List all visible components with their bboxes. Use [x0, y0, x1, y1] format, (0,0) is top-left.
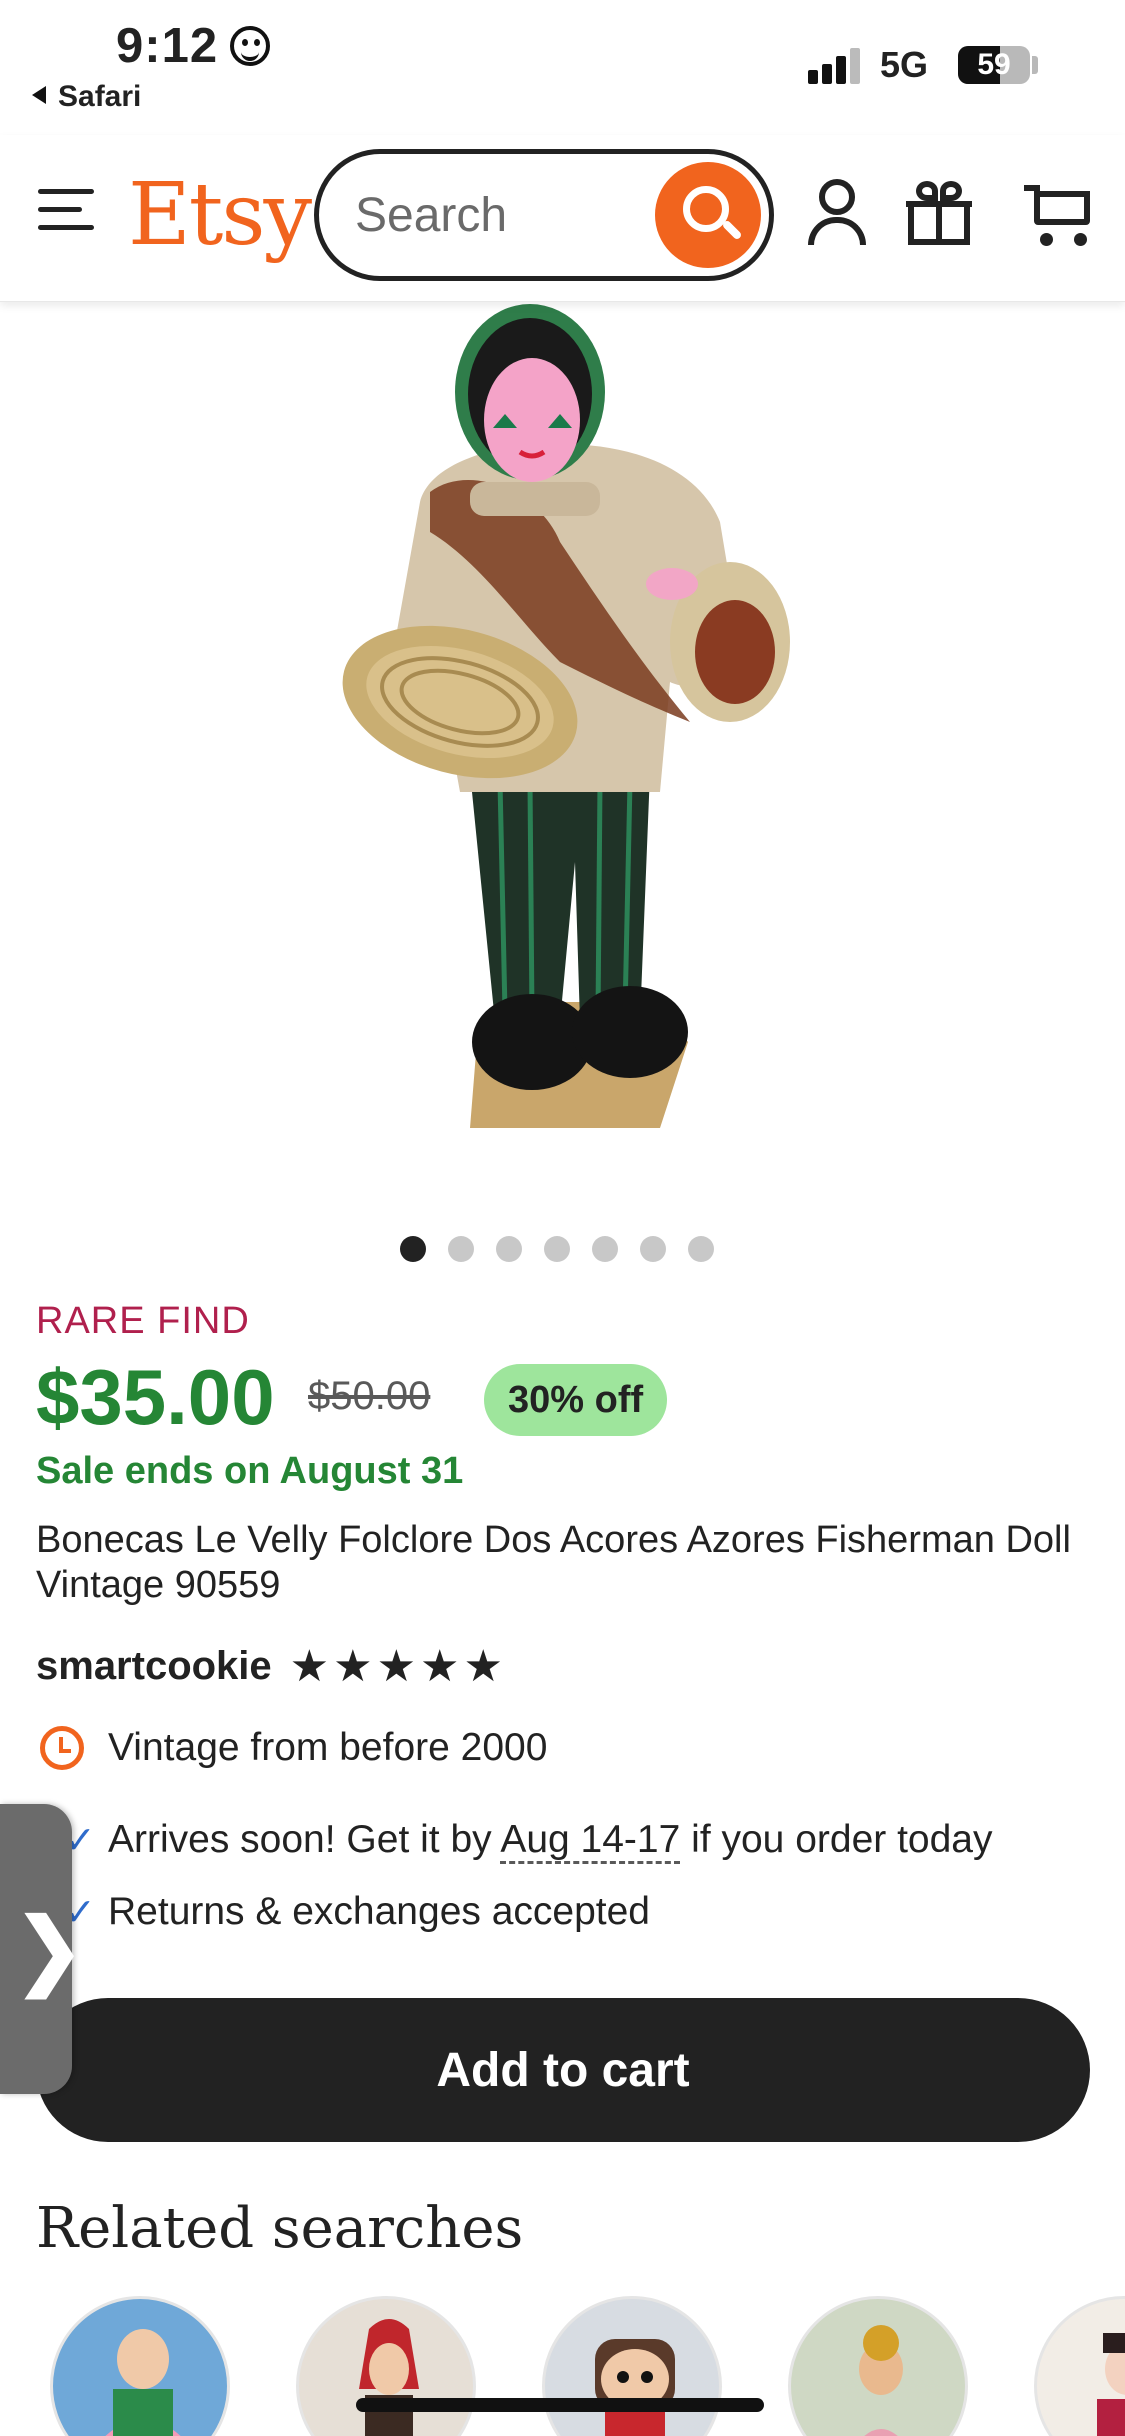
status-bar: 9:12 Safari 5G 59 — [0, 0, 1125, 135]
doll-illustration — [342, 304, 790, 1128]
etsy-logo[interactable]: Etsy — [128, 165, 312, 265]
add-to-cart-button[interactable]: Add to cart — [36, 1998, 1090, 2142]
battery-level: 59 — [977, 48, 1011, 81]
network-type: 5G — [880, 44, 929, 85]
search-bar — [314, 149, 774, 281]
related-searches-row — [50, 2296, 1125, 2436]
signal-icon — [808, 48, 868, 84]
discount-badge: 30% off — [484, 1364, 668, 1436]
side-drawer-tab[interactable]: ❯ — [0, 1804, 84, 2094]
delivery-date-link[interactable]: Aug 14-17 — [500, 1818, 681, 1864]
delivery-info: Arrives soon! Get it by Aug 14-17 if you… — [108, 1818, 993, 1864]
gift-icon[interactable] — [906, 179, 972, 245]
menu-icon[interactable] — [38, 187, 94, 231]
carousel-dot[interactable] — [496, 1236, 522, 1262]
original-price: $50.00 — [308, 1374, 431, 1418]
sale-price: $35.00 — [36, 1353, 275, 1441]
cart-icon[interactable] — [1024, 181, 1094, 247]
delivery-prefix: Arrives soon! Get it by — [108, 1818, 501, 1861]
smiley-icon — [230, 26, 270, 66]
related-search-item[interactable] — [542, 2296, 722, 2436]
rare-find-badge: RARE FIND — [36, 1300, 250, 1342]
user-icon[interactable] — [808, 179, 866, 245]
related-search-item[interactable] — [1034, 2296, 1125, 2436]
vintage-text: Vintage from before 2000 — [108, 1726, 548, 1769]
carousel-dot[interactable] — [688, 1236, 714, 1262]
carousel-dot[interactable] — [544, 1236, 570, 1262]
home-indicator[interactable] — [356, 2398, 764, 2412]
sale-ends-text: Sale ends on August 31 — [36, 1450, 464, 1492]
returns-text: Returns & exchanges accepted — [108, 1890, 651, 1933]
related-search-item[interactable] — [50, 2296, 230, 2436]
related-searches-heading: Related searches — [36, 2196, 524, 2261]
back-to-safari[interactable]: Safari — [32, 80, 141, 114]
carousel-dot[interactable] — [400, 1236, 426, 1262]
product-image[interactable] — [0, 302, 1125, 1222]
image-carousel-dots — [400, 1236, 714, 1262]
star-rating[interactable]: ★★★★★ — [290, 1641, 507, 1692]
related-search-item[interactable] — [296, 2296, 476, 2436]
battery-tip — [1032, 56, 1038, 74]
chevron-right-icon: ❯ — [14, 1902, 85, 1996]
status-time: 9:12 — [116, 19, 219, 73]
related-search-item[interactable] — [788, 2296, 968, 2436]
carousel-dot[interactable] — [592, 1236, 618, 1262]
carousel-dot[interactable] — [640, 1236, 666, 1262]
shop-row: smartcookie ★★★★★ — [36, 1636, 507, 1696]
listing-title: Bonecas Le Velly Folclore Dos Acores Azo… — [36, 1519, 1071, 1606]
search-button[interactable] — [655, 162, 761, 268]
carousel-dot[interactable] — [448, 1236, 474, 1262]
back-app-label: Safari — [58, 80, 142, 113]
search-input[interactable] — [355, 184, 645, 246]
delivery-suffix: if you order today — [680, 1818, 993, 1861]
alarm-clock-icon — [40, 1726, 84, 1770]
battery-icon: 59 — [958, 46, 1030, 84]
back-arrow-icon — [32, 86, 46, 104]
shop-name-link[interactable]: smartcookie — [36, 1644, 272, 1689]
site-header: Etsy — [0, 135, 1125, 302]
